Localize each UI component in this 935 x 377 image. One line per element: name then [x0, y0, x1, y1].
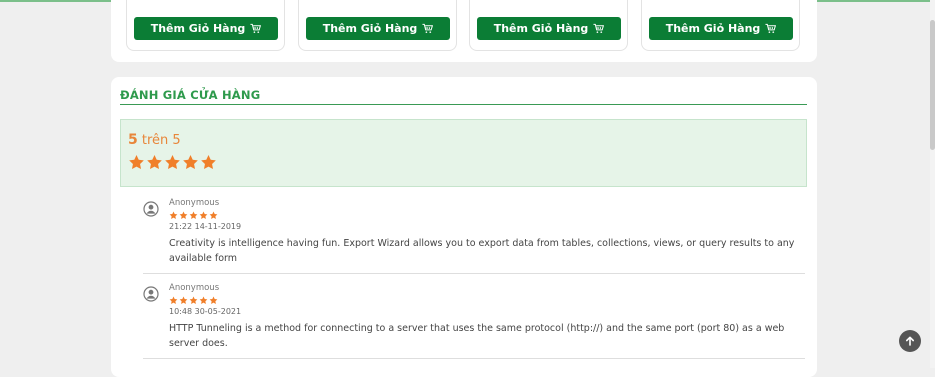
review-author: Anonymous — [169, 283, 220, 293]
cart-icon — [593, 23, 605, 33]
star-icon — [147, 155, 162, 170]
star-icon — [179, 296, 188, 304]
add-to-cart-label: Thêm Giỏ Hàng — [150, 22, 246, 35]
review-stars — [169, 211, 805, 220]
star-icon — [189, 211, 198, 219]
product-card[interactable]: Thêm Giỏ Hàng — [469, 0, 628, 51]
rating-stars — [128, 154, 217, 171]
section-title: ĐÁNH GIÁ CỬA HÀNG — [120, 88, 261, 102]
review-timestamp: 21:22 14-11-2019 — [169, 222, 242, 231]
add-to-cart-label: Thêm Giỏ Hàng — [322, 22, 418, 35]
rating-score-value: 5 — [128, 132, 138, 148]
scroll-to-top-button[interactable] — [899, 330, 921, 352]
review-timestamp: 10:48 30-05-2021 — [169, 307, 242, 316]
rating-out-of: trên 5 — [141, 133, 181, 148]
add-to-cart-button[interactable]: Thêm Giỏ Hàng — [477, 17, 621, 40]
star-icon — [129, 155, 144, 170]
star-icon — [199, 296, 208, 304]
section-divider — [120, 104, 807, 105]
product-card[interactable]: Thêm Giỏ Hàng — [298, 0, 457, 51]
user-avatar-icon — [143, 201, 159, 217]
cart-icon — [422, 23, 434, 33]
review-stars — [169, 296, 805, 305]
product-list-panel: Thêm Giỏ Hàng Thêm Giỏ Hàng Thêm Giỏ Hàn… — [111, 0, 817, 62]
star-icon — [169, 296, 178, 304]
add-to-cart-button[interactable]: Thêm Giỏ Hàng — [306, 17, 450, 40]
star-icon — [201, 155, 216, 170]
star-icon — [179, 211, 188, 219]
rating-summary: 5 trên 5 — [120, 119, 807, 187]
add-to-cart-label: Thêm Giỏ Hàng — [665, 22, 761, 35]
add-to-cart-button[interactable]: Thêm Giỏ Hàng — [649, 17, 793, 40]
star-icon — [189, 296, 198, 304]
scrollbar-thumb[interactable] — [930, 20, 935, 150]
product-card[interactable]: Thêm Giỏ Hàng — [126, 0, 285, 51]
review-author: Anonymous — [169, 198, 220, 208]
arrow-up-icon — [906, 336, 914, 346]
product-card[interactable]: Thêm Giỏ Hàng — [641, 0, 800, 51]
star-icon — [209, 296, 218, 304]
add-to-cart-label: Thêm Giỏ Hàng — [493, 22, 589, 35]
review-text: HTTP Tunneling is a method for connectin… — [169, 323, 785, 349]
star-icon — [199, 211, 208, 219]
user-avatar-icon — [143, 286, 159, 302]
store-reviews-panel: ĐÁNH GIÁ CỬA HÀNG 5 trên 5 Anonymous 21:… — [111, 77, 817, 377]
review-divider — [143, 273, 805, 274]
add-to-cart-button[interactable]: Thêm Giỏ Hàng — [134, 17, 278, 40]
star-icon — [165, 155, 180, 170]
cart-icon — [765, 23, 777, 33]
review-divider — [143, 358, 805, 359]
star-icon — [183, 155, 198, 170]
review-text: Creativity is intelligence having fun. E… — [169, 238, 795, 264]
cart-icon — [250, 23, 262, 33]
rating-score: 5 trên 5 — [128, 132, 181, 148]
star-icon — [169, 211, 178, 219]
star-icon — [209, 211, 218, 219]
